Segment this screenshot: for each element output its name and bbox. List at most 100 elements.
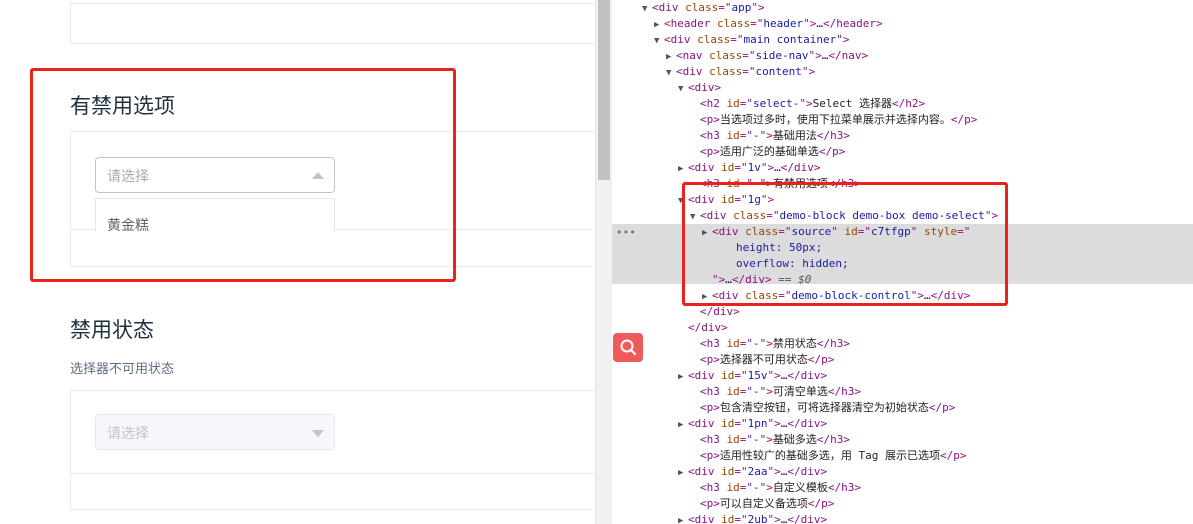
dom-tree-line[interactable]: ▶ <header class="header">…</header>	[612, 16, 1193, 32]
dom-token: -	[753, 481, 760, 494]
dom-token: ">	[712, 273, 726, 286]
dom-tree-line[interactable]: <h3 id="-">有禁用选项</h3>	[612, 176, 1193, 192]
dom-token: ="	[739, 385, 753, 398]
dom-token: 基础用法	[772, 129, 817, 142]
dom-tree-line[interactable]: ▼ <div id="1g">	[612, 192, 1193, 208]
dom-token: 1pn	[747, 417, 768, 430]
expand-arrow-icon[interactable]: ▼	[666, 65, 676, 81]
dom-token: Select 选择器	[812, 97, 892, 110]
dom-token: "	[910, 225, 924, 238]
dom-token: id	[726, 97, 740, 110]
collapse-arrow-icon[interactable]: ▶	[702, 225, 712, 241]
collapse-arrow-icon[interactable]: ▶	[678, 161, 688, 177]
dom-token: ="	[739, 97, 753, 110]
dom-token: height: 50px;	[736, 241, 823, 254]
dom-tree-line[interactable]: <p>可以自定义备选项</p>	[612, 496, 1193, 512]
dom-tree-line[interactable]: ▶ <div id="1v">…</div>	[612, 160, 1193, 176]
dom-token: 可以自定义备选项	[719, 497, 808, 510]
collapse-arrow-icon[interactable]: ▶	[678, 465, 688, 481]
dom-tree-line[interactable]: ▶ <div class="demo-block-control">…</div>	[612, 288, 1193, 304]
dom-token: ="	[739, 433, 753, 446]
dom-token: 适用性较广的基础多选，用 Tag 展示已选项	[719, 449, 940, 462]
dom-token: ">	[767, 369, 781, 382]
dom-token: </h3>	[816, 337, 850, 350]
dom-tree-line[interactable]: ▼ <div class="demo-block demo-box demo-se…	[612, 208, 1193, 224]
dom-token: ">	[767, 417, 781, 430]
select-disabled-option[interactable]: 请选择	[95, 157, 335, 193]
dom-tree-line[interactable]: </div>	[612, 320, 1193, 336]
dom-tree-line[interactable]: ▶ <nav class="side-nav">…</nav>	[612, 48, 1193, 64]
dom-tree-line[interactable]: ▶ <div id="2aa">…</div>	[612, 464, 1193, 480]
dom-token: <div	[700, 209, 734, 222]
dom-tree-line[interactable]: ▼ <div>	[612, 80, 1193, 96]
collapse-arrow-icon[interactable]: ▶	[678, 417, 688, 433]
expand-arrow-icon[interactable]: ▼	[678, 81, 688, 97]
dom-tree-line[interactable]: <p>当选项过多时，使用下拉菜单展示并选择内容。</p>	[612, 112, 1193, 128]
dom-token: </p>	[807, 497, 835, 510]
scrollbar-thumb[interactable]	[598, 0, 610, 180]
dom-tree-line[interactable]: ">…</div> == $0	[612, 272, 1193, 288]
section-title-disabled-state: 禁用状态	[70, 318, 154, 342]
expand-arrow-icon[interactable]: ▼	[690, 209, 700, 225]
dom-token: <h3	[700, 129, 727, 142]
dom-tree-line[interactable]: <h3 id="-">基础多选</h3>	[612, 432, 1193, 448]
dom-tree-line[interactable]: <h3 id="-">自定义模板</h3>	[612, 480, 1193, 496]
demo-block-disabled-state	[70, 390, 595, 510]
dom-tree-line[interactable]: <p>适用性较广的基础多选，用 Tag 展示已选项</p>	[612, 448, 1193, 464]
dom-token: id	[721, 417, 735, 430]
dom-tree-line[interactable]: <p>选择器不可用状态</p>	[612, 352, 1193, 368]
dom-tree-line[interactable]: <p>适用广泛的基础单选</p>	[612, 144, 1193, 160]
dom-token: </p>	[818, 145, 846, 158]
dom-tree-line[interactable]: <p>包含清空按钮，可将选择器清空为初始状态</p>	[612, 400, 1193, 416]
collapse-arrow-icon[interactable]: ▶	[702, 289, 712, 305]
search-icon[interactable]	[613, 333, 643, 362]
collapse-arrow-icon[interactable]: ▶	[666, 49, 676, 65]
collapse-arrow-icon[interactable]: ▶	[678, 369, 688, 385]
dom-token: 1v	[747, 161, 761, 174]
dom-tree-line[interactable]: ▶ <div class="source" id="c7tfgp" style="	[612, 224, 1193, 240]
dom-tree-line[interactable]: ▼ <div class="app">	[612, 0, 1193, 16]
dropdown-option[interactable]: 黄金糕	[107, 215, 149, 231]
dom-token: ">	[803, 17, 817, 30]
dom-token: <div	[688, 161, 722, 174]
section-title-disabled-option: 有禁用选项	[70, 94, 175, 118]
dom-tree-line[interactable]: </div>	[612, 304, 1193, 320]
dom-token: <nav	[676, 49, 710, 62]
dom-token: </h3>	[827, 481, 861, 494]
dom-token: <div	[688, 417, 722, 430]
dom-token: id	[726, 433, 740, 446]
dom-token: id	[721, 161, 735, 174]
expand-arrow-icon[interactable]: ▼	[642, 1, 652, 17]
dom-tree-line[interactable]: <h3 id="-">可清空单选</h3>	[612, 384, 1193, 400]
dom-token: source	[791, 225, 832, 238]
dom-token: <h3	[700, 177, 727, 190]
dom-token: </div>	[787, 369, 828, 382]
dom-token: </nav>	[828, 49, 869, 62]
section-desc-disabled-state: 选择器不可用状态	[70, 362, 175, 377]
dom-token: </div>	[787, 513, 828, 524]
dom-token: ">	[759, 385, 773, 398]
dom-tree-line[interactable]: ▼ <div class="content">	[612, 64, 1193, 80]
collapse-arrow-icon[interactable]: ▶	[678, 513, 688, 524]
dom-token: ">	[759, 433, 773, 446]
dom-token: </h3>	[827, 385, 861, 398]
dom-token: <h3	[700, 433, 727, 446]
dom-tree-line[interactable]: ▶ <div id="1pn">…</div>	[612, 416, 1193, 432]
dom-token: ">	[759, 337, 773, 350]
expand-arrow-icon[interactable]: ▼	[678, 193, 688, 209]
dom-tree-line[interactable]: ▶ <div id="2ub">…</div>	[612, 512, 1193, 524]
dom-tree-line[interactable]: <h3 id="-">禁用状态</h3>	[612, 336, 1193, 352]
page-scrollbar[interactable]	[595, 0, 612, 524]
dom-tree-line[interactable]: <h2 id="select-">Select 选择器</h2>	[612, 96, 1193, 112]
dom-token: ">	[984, 209, 999, 222]
dom-tree-line[interactable]: overflow: hidden;	[612, 256, 1193, 272]
dom-tree-line[interactable]: height: 50px;	[612, 240, 1193, 256]
dom-token: c7tfgp	[871, 225, 911, 238]
dom-tree-line[interactable]: <h3 id="-">基础用法</h3>	[612, 128, 1193, 144]
dom-token: ="	[766, 209, 780, 222]
collapse-arrow-icon[interactable]: ▶	[654, 17, 664, 33]
dom-token: id	[721, 369, 735, 382]
expand-arrow-icon[interactable]: ▼	[654, 33, 664, 49]
dom-tree-line[interactable]: ▶ <div id="15v">…</div>	[612, 368, 1193, 384]
dom-tree-line[interactable]: ▼ <div class="main container">	[612, 32, 1193, 48]
